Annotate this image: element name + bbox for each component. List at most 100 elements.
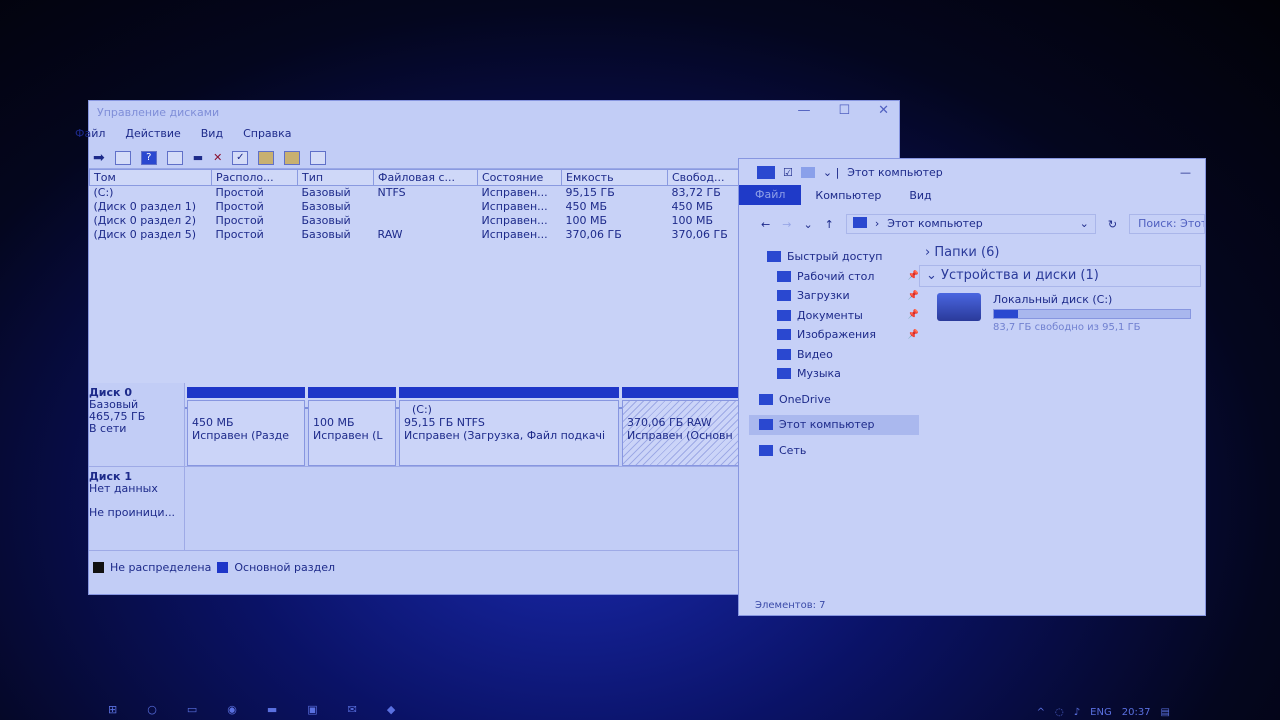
tab-computer[interactable]: Компьютер: [801, 189, 895, 202]
table-cell: 370,06 ГБ: [671, 228, 728, 241]
nav-item-pictures[interactable]: Изображения 📌: [749, 325, 919, 345]
nav-item-onedrive[interactable]: OneDrive: [749, 390, 919, 410]
table-cell: Простой: [215, 228, 264, 241]
nav-item-star[interactable]: Быстрый доступ: [749, 247, 919, 267]
properties-quick-icon[interactable]: ☑: [783, 166, 793, 179]
nav-item-documents[interactable]: Документы 📌: [749, 306, 919, 326]
nav-label: Рабочий стол: [797, 269, 875, 283]
partition-info: 100 МБ Исправен (L: [308, 400, 396, 466]
menu-file[interactable]: Файл: [75, 127, 105, 147]
new-folder-icon[interactable]: [800, 166, 815, 178]
column-header[interactable]: Емкость: [561, 169, 668, 186]
up-button[interactable]: ↑: [825, 218, 834, 231]
nav-item-network[interactable]: Сеть: [749, 441, 919, 461]
forward-button[interactable]: →: [782, 218, 791, 231]
back-button[interactable]: ←: [761, 218, 770, 231]
folder-icon[interactable]: [258, 150, 275, 165]
mail-icon[interactable]: ✉: [348, 703, 357, 716]
table-cell: [374, 200, 478, 214]
connect-icon[interactable]: ▬: [193, 151, 203, 164]
tab-view[interactable]: Вид: [895, 189, 945, 202]
table-row[interactable]: (C:) Простой Базовый NTFS Исправен... 95,15 Г…: [90, 186, 748, 200]
menu-help[interactable]: Справка: [243, 127, 291, 147]
nav-item-computer[interactable]: Этот компьютер: [749, 415, 919, 435]
network-icon[interactable]: ◌: [1055, 707, 1064, 718]
drive-free-text: 83,7 ГБ свободно из 95,1 ГБ: [993, 322, 1141, 333]
nav-label: Документы: [797, 308, 863, 322]
menu-bar: Файл Действие Вид Справка: [75, 125, 899, 147]
column-header[interactable]: Том: [89, 169, 212, 186]
notifications-icon[interactable]: ▤: [1161, 707, 1170, 718]
partition-type-bar: [308, 387, 396, 398]
menu-action[interactable]: Действие: [125, 127, 180, 147]
clock[interactable]: 20:37: [1122, 707, 1151, 718]
column-header[interactable]: Свобод...: [667, 169, 748, 186]
close-button[interactable]: ✕: [878, 103, 889, 118]
column-header[interactable]: Располо...: [211, 169, 298, 186]
music-icon: [777, 368, 791, 380]
partition-status: Исправен (Загрузка, Файл подкачі: [404, 429, 606, 442]
tab-file[interactable]: Файл: [739, 185, 802, 205]
edge-icon[interactable]: ◉: [227, 703, 237, 716]
console-icon[interactable]: [114, 150, 131, 165]
legend: Не распределена Основной раздел: [89, 561, 335, 574]
table-row[interactable]: (Диск 0 раздел 1) Простой Базовый Исправен.…: [90, 200, 748, 214]
column-header[interactable]: Файловая с...: [373, 169, 478, 186]
table-cell: Исправен...: [481, 214, 548, 227]
column-header[interactable]: Состояние: [477, 169, 562, 186]
folders-section[interactable]: › Папки (6): [919, 243, 1201, 265]
table-cell: Исправен...: [481, 186, 548, 200]
column-header[interactable]: Тип: [297, 169, 374, 186]
customize-qat-icon[interactable]: ⌄ |: [823, 166, 839, 179]
start-icon[interactable]: ⊞: [108, 703, 117, 716]
nav-item-desktop[interactable]: Рабочий стол 📌: [749, 267, 919, 287]
menu-view[interactable]: Вид: [201, 127, 223, 147]
partition-block[interactable]: 100 МБ Исправен (L: [308, 387, 396, 466]
section-label: Устройства и диски (1): [941, 268, 1099, 283]
recent-chevron-icon[interactable]: ⌄: [803, 218, 812, 231]
minimize-button[interactable]: —: [797, 103, 810, 118]
search-input[interactable]: Поиск: Этот к: [1129, 214, 1205, 234]
table-row[interactable]: (Диск 0 раздел 5) Простой Базовый RAW Исправ…: [90, 228, 748, 242]
partition-block[interactable]: 370,06 ГБ RAW Исправен (Основн: [622, 387, 742, 466]
forward-icon[interactable]: ➡: [93, 150, 105, 166]
devices-section[interactable]: ⌄ Устройства и диски (1): [919, 265, 1201, 287]
address-bar[interactable]: › Этот компьютер ⌄: [845, 214, 1096, 234]
help-icon[interactable]: ?: [140, 150, 157, 165]
refresh-button[interactable]: ↻: [1108, 218, 1117, 231]
maximize-button[interactable]: ☐: [838, 103, 850, 118]
volume-icon[interactable]: ♪: [1074, 707, 1080, 718]
section-label: Папки (6): [934, 245, 1000, 260]
drive-icon: [937, 293, 981, 321]
check-icon[interactable]: ✓: [232, 150, 249, 165]
nav-item-music[interactable]: Музыка: [749, 364, 919, 384]
search-icon[interactable]: ○: [147, 703, 157, 716]
minimize-button[interactable]: —: [1180, 166, 1191, 179]
nav-label: Этот компьютер: [779, 418, 875, 432]
delete-icon[interactable]: ✕: [213, 151, 222, 164]
volume-table: Том Располо... Тип Файловая с... Состояние Ем…: [89, 169, 748, 242]
nav-item-video[interactable]: Видео: [749, 345, 919, 365]
drive-item-c[interactable]: Локальный диск (C:) 83,7 ГБ свободно из …: [919, 293, 1201, 333]
panel-icon[interactable]: [166, 150, 183, 165]
partition-size: 370,06 ГБ RAW: [627, 416, 712, 429]
pictures-icon: [777, 329, 791, 341]
nav-label: Изображения: [797, 328, 876, 342]
file-explorer-icon[interactable]: ▬: [267, 703, 277, 716]
app-icon[interactable]: ◆: [387, 703, 395, 716]
language-indicator[interactable]: ENG: [1090, 707, 1112, 718]
table-cell: 100 МБ: [671, 214, 714, 227]
properties-icon[interactable]: [310, 150, 327, 165]
store-icon[interactable]: ▣: [307, 703, 317, 716]
chevron-up-icon[interactable]: ^: [1037, 707, 1045, 718]
partition-size: 450 МБ: [192, 416, 234, 429]
search-folder-icon[interactable]: [284, 150, 301, 165]
table-row[interactable]: (Диск 0 раздел 2) Простой Базовый Исправен.…: [90, 214, 748, 228]
partition-block[interactable]: (C:) 95,15 ГБ NTFS Исправен (Загрузка, Фай…: [399, 387, 619, 466]
table-cell: Базовый: [301, 214, 351, 227]
partition-block[interactable]: 450 МБ Исправен (Разде: [187, 387, 305, 466]
nav-item-download[interactable]: Загрузки 📌: [749, 286, 919, 306]
chevron-down-icon[interactable]: ⌄: [1080, 217, 1089, 231]
task-view-icon[interactable]: ▭: [187, 703, 197, 716]
nav-label: Загрузки: [797, 289, 850, 303]
